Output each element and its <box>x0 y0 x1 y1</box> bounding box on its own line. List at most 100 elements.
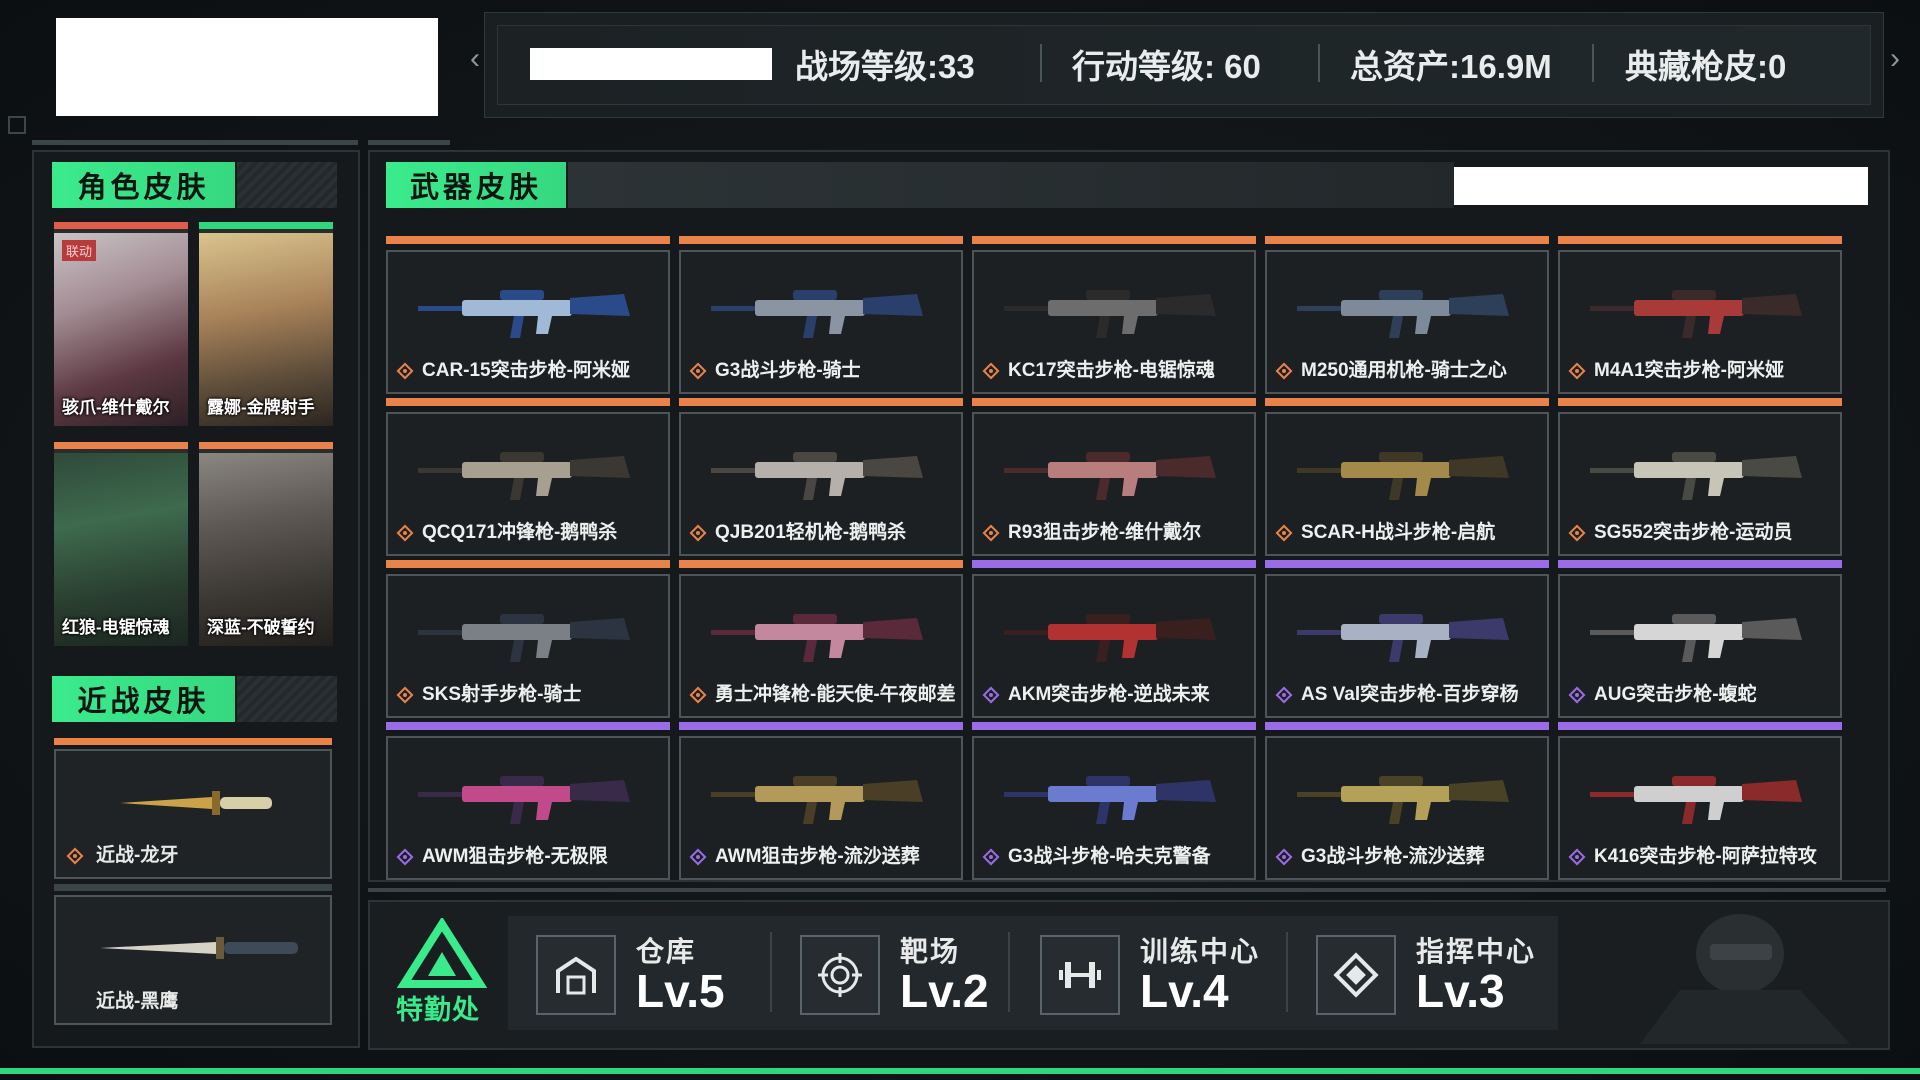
weapon-image <box>418 290 630 338</box>
corner-marker <box>8 116 26 134</box>
weapon-image <box>418 776 630 824</box>
rarity-bar <box>386 560 670 568</box>
special-ops-brand[interactable]: 特勤处 <box>382 918 502 1028</box>
facility-command-center[interactable]: 指挥中心 Lv.3 <box>1316 920 1556 1030</box>
redacted-block <box>1454 167 1868 205</box>
dumbbell-icon <box>1040 935 1120 1015</box>
rarity-diamond-icon <box>66 847 84 865</box>
rarity-bar <box>1558 236 1842 244</box>
weapon-skin-card[interactable]: 勇士冲锋枪-能天使-午夜邮差 <box>679 560 963 718</box>
melee-skin-card[interactable]: 近战-龙牙 <box>54 738 332 879</box>
weapon-skin-label: QJB201轻机枪-鹅鸭杀 <box>715 522 907 543</box>
character-skin-label: 红狼-电锯惊魂 <box>62 618 170 637</box>
rarity-bar <box>54 884 332 891</box>
weapon-skin-label: SCAR-H战斗步枪-启航 <box>1301 522 1496 543</box>
weapon-image <box>1590 614 1802 662</box>
weapon-skin-label: AS Val突击步枪-百步穿杨 <box>1301 684 1519 705</box>
rarity-diamond-icon <box>982 362 1000 380</box>
weapon-image <box>1297 290 1509 338</box>
weapon-skin-card[interactable]: AUG突击步枪-蝮蛇 <box>1558 560 1842 718</box>
rarity-bar <box>679 398 963 406</box>
rarity-bar <box>1265 398 1549 406</box>
weapon-image <box>1590 776 1802 824</box>
weapon-skin-card[interactable]: AS Val突击步枪-百步穿杨 <box>1265 560 1549 718</box>
nav-right-arrow[interactable]: › <box>1890 42 1900 76</box>
facility-training-center[interactable]: 训练中心 Lv.4 <box>1040 920 1280 1030</box>
weapon-skin-label: G3战斗步枪-骑士 <box>715 360 861 381</box>
rarity-diamond-icon <box>396 686 414 704</box>
weapon-skin-label: 勇士冲锋枪-能天使-午夜邮差 <box>715 684 956 705</box>
melee-skin-card[interactable]: 近战-黑鹰 <box>54 884 332 1025</box>
weapon-image <box>1004 776 1216 824</box>
weapon-skin-label: AUG突击步枪-蝮蛇 <box>1594 684 1757 705</box>
character-skin-card[interactable]: 深蓝-不破誓约 <box>199 442 333 646</box>
facility-divider <box>1008 932 1010 1012</box>
weapon-skin-card[interactable]: G3战斗步枪-流沙送葬 <box>1265 722 1549 880</box>
rarity-diamond-icon <box>1275 686 1293 704</box>
weapon-image <box>1004 614 1216 662</box>
rarity-diamond-icon <box>1568 686 1586 704</box>
weapon-skin-label: CAR-15突击步枪-阿米娅 <box>422 360 630 381</box>
rarity-diamond-icon <box>982 848 1000 866</box>
rarity-bar <box>972 722 1256 730</box>
weapon-skin-card[interactable]: SKS射手步枪-骑士 <box>386 560 670 718</box>
rarity-diamond-icon <box>1568 362 1586 380</box>
rarity-bar <box>54 442 188 449</box>
weapon-skin-card[interactable]: AWM狙击步枪-流沙送葬 <box>679 722 963 880</box>
character-skin-card[interactable]: 露娜-金牌射手 <box>199 222 333 426</box>
weapon-skin-card[interactable]: G3战斗步枪-骑士 <box>679 236 963 394</box>
weapon-skin-card[interactable]: KC17突击步枪-电锯惊魂 <box>972 236 1256 394</box>
rarity-diamond-icon <box>396 848 414 866</box>
weapon-skin-card[interactable]: SCAR-H战斗步枪-启航 <box>1265 398 1549 556</box>
weapon-skin-card[interactable]: QCQ171冲锋枪-鹅鸭杀 <box>386 398 670 556</box>
facility-warehouse[interactable]: 仓库 Lv.5 <box>536 920 746 1030</box>
weapon-skin-label: KC17突击步枪-电锯惊魂 <box>1008 360 1215 381</box>
weapon-skin-card[interactable]: M250通用机枪-骑士之心 <box>1265 236 1549 394</box>
weapon-skin-label: SG552突击步枪-运动员 <box>1594 522 1793 543</box>
rarity-bar <box>1265 560 1549 568</box>
weapon-skin-label: M4A1突击步枪-阿米娅 <box>1594 360 1785 381</box>
rarity-diamond-icon <box>689 848 707 866</box>
weapon-skin-card[interactable]: CAR-15突击步枪-阿米娅 <box>386 236 670 394</box>
facility-range[interactable]: 靶场 Lv.2 <box>800 920 1010 1030</box>
soldier-portrait <box>1640 914 1850 1044</box>
rarity-diamond-icon <box>1568 524 1586 542</box>
weapon-image <box>1004 452 1216 500</box>
weapon-skin-label: AWM狙击步枪-无极限 <box>422 846 608 867</box>
rarity-diamond-icon <box>689 686 707 704</box>
weapon-skin-card[interactable]: R93狙击步枪-维什戴尔 <box>972 398 1256 556</box>
weapon-skin-card[interactable]: G3战斗步枪-哈夫克警备 <box>972 722 1256 880</box>
rarity-diamond-icon <box>1275 848 1293 866</box>
character-skins-title: 角色皮肤 <box>52 162 235 208</box>
weapon-skin-card[interactable]: SG552突击步枪-运动员 <box>1558 398 1842 556</box>
character-skin-card[interactable]: 红狼-电锯惊魂 <box>54 442 188 646</box>
weapon-skin-card[interactable]: QJB201轻机枪-鹅鸭杀 <box>679 398 963 556</box>
weapon-skin-card[interactable]: K416突击步枪-阿萨拉特攻 <box>1558 722 1842 880</box>
rarity-diamond-icon <box>1275 524 1293 542</box>
command-icon <box>1316 935 1396 1015</box>
title-extension <box>237 676 337 722</box>
rarity-bar <box>972 560 1256 568</box>
rarity-diamond-icon <box>396 524 414 542</box>
facility-level: Lv.3 <box>1416 965 1505 1017</box>
weapon-skin-card[interactable]: AKM突击步枪-逆战未来 <box>972 560 1256 718</box>
weapon-skin-label: G3战斗步枪-哈夫克警备 <box>1008 846 1211 867</box>
character-skin-card[interactable]: 联动 骇爪-维什戴尔 <box>54 222 188 426</box>
collection-skins-count: 典藏枪皮:0 <box>1625 48 1787 85</box>
rarity-diamond-icon <box>689 524 707 542</box>
weapon-skin-card[interactable]: AWM狙击步枪-无极限 <box>386 722 670 880</box>
collab-badge: 联动 <box>62 240 97 261</box>
weapon-skin-label: SKS射手步枪-骑士 <box>422 684 582 705</box>
battlefield-level: 战场等级:33 <box>795 48 975 85</box>
weapon-skin-label: AWM狙击步枪-流沙送葬 <box>715 846 920 867</box>
weapon-skin-card[interactable]: M4A1突击步枪-阿米娅 <box>1558 236 1842 394</box>
nav-left-arrow[interactable]: ‹ <box>470 42 480 76</box>
weapon-skin-label: G3战斗步枪-流沙送葬 <box>1301 846 1485 867</box>
character-skin-label: 骇爪-维什戴尔 <box>62 398 170 417</box>
stat-divider <box>1592 44 1594 82</box>
title-extension <box>237 162 337 208</box>
weapon-skin-label: R93狙击步枪-维什戴尔 <box>1008 522 1202 543</box>
rarity-bar <box>386 236 670 244</box>
rarity-bar <box>199 222 333 229</box>
weapon-skins-title: 武器皮肤 <box>386 162 566 208</box>
